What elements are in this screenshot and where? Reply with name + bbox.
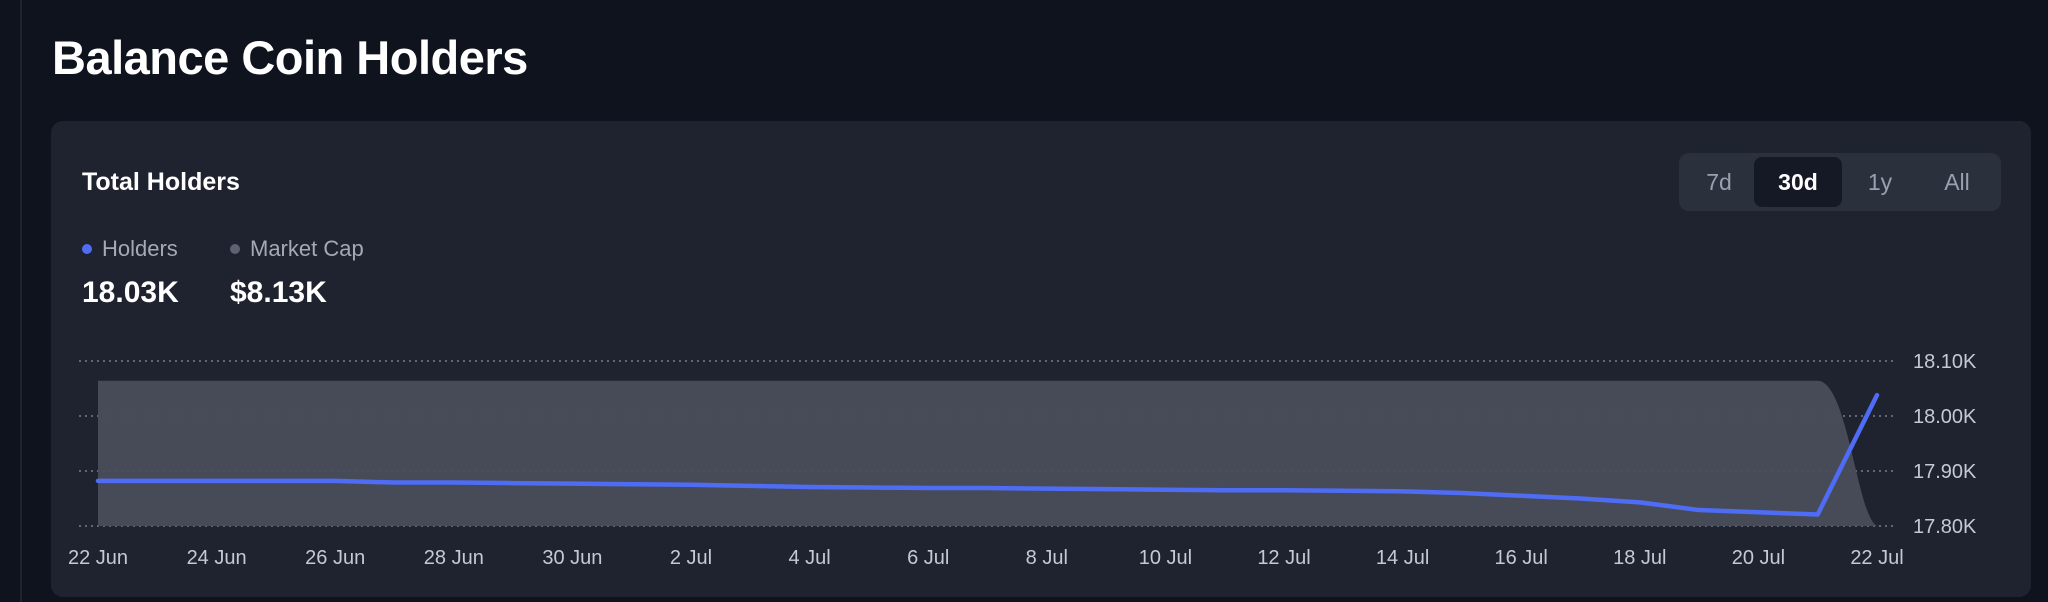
y-tick-label: 17.90K	[1913, 461, 1977, 483]
x-tick-label: 14 Jul	[1376, 547, 1429, 569]
x-tick-label: 24 Jun	[187, 547, 247, 569]
x-tick-label: 28 Jun	[424, 547, 484, 569]
left-rail-divider	[20, 0, 22, 602]
x-tick-label: 10 Jul	[1139, 547, 1192, 569]
x-tick-label: 4 Jul	[788, 547, 830, 569]
y-tick-label: 18.00K	[1913, 406, 1977, 428]
holders-chart: 18.10K 18.00K 17.90K 17.80K 22 Jun 24 Jun 26 J…	[68, 351, 1977, 569]
x-tick-label: 12 Jul	[1257, 547, 1310, 569]
x-tick-label: 26 Jun	[305, 547, 365, 569]
page-title: Balance Coin Holders	[52, 31, 528, 84]
y-tick-label: 18.10K	[1913, 351, 1977, 373]
x-tick-label: 30 Jun	[542, 547, 602, 569]
y-tick-label: 17.80K	[1913, 516, 1977, 538]
x-tick-label: 22 Jul	[1850, 547, 1903, 569]
x-tick-label: 6 Jul	[907, 547, 949, 569]
x-tick-label: 20 Jul	[1732, 547, 1785, 569]
x-tick-label: 22 Jun	[68, 547, 128, 569]
page: Balance Coin Holders Total Holders 7d 30…	[0, 0, 2048, 602]
x-tick-label: 8 Jul	[1026, 547, 1068, 569]
x-tick-label: 16 Jul	[1495, 547, 1548, 569]
market-cap-area	[98, 380, 1877, 526]
x-tick-label: 18 Jul	[1613, 547, 1666, 569]
x-tick-label: 2 Jul	[670, 547, 712, 569]
holders-card: Total Holders 7d 30d 1y All Holders Mark…	[51, 121, 2031, 597]
